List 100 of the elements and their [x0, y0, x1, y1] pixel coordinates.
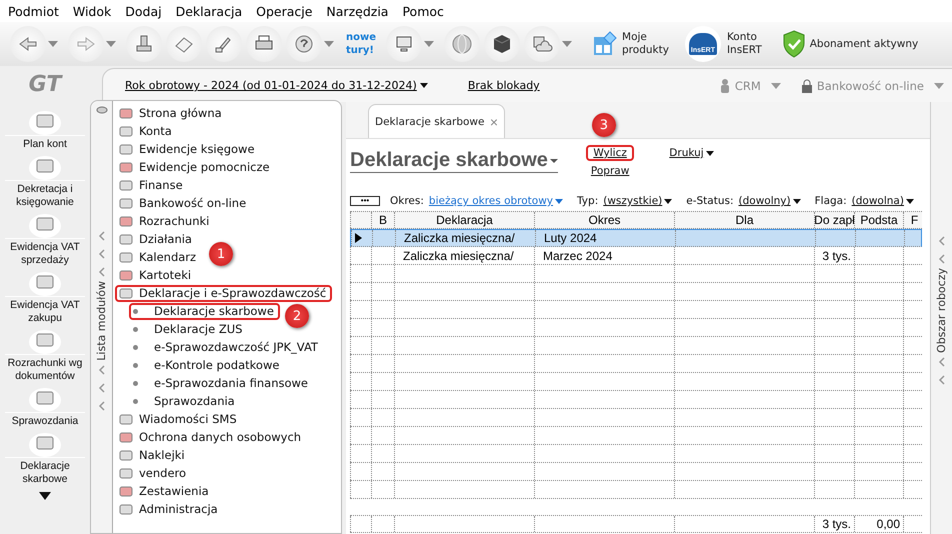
module-icon: [119, 412, 133, 426]
module-list-item[interactable]: Deklaracje i e-Sprawozdawczość: [115, 284, 332, 302]
account-label[interactable]: Konto InsERT: [726, 31, 762, 57]
menu-item[interactable]: Deklaracja: [176, 4, 242, 18]
nav-item[interactable]: Ewidencja VAT sprzedaży: [2, 212, 88, 267]
pin-icon[interactable]: [96, 105, 108, 115]
action-link[interactable]: Wylicz: [586, 145, 634, 161]
module-list-item[interactable]: Kalendarz: [115, 248, 202, 266]
filter-dropdown[interactable]: (dowolna): [852, 195, 914, 207]
module-list-item[interactable]: Konta: [115, 122, 178, 140]
menu-item[interactable]: Dodaj: [125, 4, 162, 18]
module-icon: [119, 430, 133, 444]
document-tab[interactable]: Deklaracje skarbowe ×: [368, 104, 505, 138]
module-list-item[interactable]: Ochrona danych osobowych: [115, 428, 308, 446]
module-list-item[interactable]: Administracja: [115, 500, 224, 518]
filter-label: Okres:: [390, 195, 424, 207]
module-list-item[interactable]: Działania: [115, 230, 198, 248]
bullet-icon: [133, 308, 138, 314]
nav-item[interactable]: Dekretacja i księgowanie: [2, 154, 88, 209]
module-list-item[interactable]: Strona główna: [115, 104, 228, 122]
fiscal-year-link[interactable]: Rok obrotowy - 2024 (od 01-01-2024 do 31-12-2024): [125, 79, 428, 92]
nav-item[interactable]: Rozrachunki wg dokumentów: [2, 328, 88, 383]
chevron-left-icon: [98, 400, 106, 411]
total-cell: 3 tys.: [814, 516, 854, 532]
menu-item[interactable]: Widok: [72, 4, 112, 18]
caret-icon: [792, 198, 801, 204]
filter-dropdown[interactable]: (dowolny): [738, 195, 801, 207]
module-icon: [119, 502, 133, 516]
caret-icon: [562, 41, 572, 47]
table-row[interactable]: Zaliczka miesięczna/ Marzec 2024 3 tys.: [350, 247, 922, 265]
module-list-item[interactable]: e-Kontrole podatkowe: [129, 356, 286, 374]
lock-icon: [800, 78, 813, 92]
scroll-down-icon[interactable]: [39, 492, 51, 500]
module-icon: [119, 250, 133, 264]
table-cell: Luty 2024: [535, 230, 675, 246]
menu-item[interactable]: Podmiot: [8, 4, 59, 18]
module-list-item[interactable]: e-Sprawozdawczość JPK_VAT: [129, 338, 324, 356]
more-button[interactable]: •••: [350, 196, 380, 206]
workspace-label: Obszar roboczy: [935, 268, 948, 353]
menu-item[interactable]: Narzędzia: [326, 4, 388, 18]
products-label[interactable]: Moje produkty: [622, 31, 669, 57]
module-list-item[interactable]: Deklaracje skarbowe: [129, 302, 280, 320]
module-list-item[interactable]: Rozrachunki: [115, 212, 216, 230]
column-header[interactable]: Dla: [674, 212, 814, 228]
promo-text[interactable]: nowe tury!: [346, 31, 376, 57]
lock-status-link[interactable]: Brak blokady: [468, 79, 540, 92]
step-badge: 2: [285, 304, 309, 328]
table-cell: Zaliczka miesięczna/: [394, 247, 534, 264]
action-link[interactable]: Drukuj: [662, 145, 721, 161]
column-header[interactable]: F: [903, 212, 925, 228]
table-row[interactable]: Zaliczka miesięczna/ Luty 2024: [350, 229, 922, 247]
column-header[interactable]: Okres: [534, 212, 674, 228]
caret-icon: [420, 83, 428, 88]
caret-icon: [48, 41, 58, 47]
subscription-label[interactable]: Abonament aktywny: [810, 38, 918, 50]
module-list-item[interactable]: Zestawienia: [115, 482, 215, 500]
bullet-icon: [133, 398, 138, 404]
chevron-left-icon: [938, 356, 946, 367]
module-list-item[interactable]: Ewidencje pomocnicze: [115, 158, 276, 176]
column-header[interactable]: Podsta: [854, 212, 903, 228]
menu-item[interactable]: Operacje: [256, 4, 312, 18]
products-icon[interactable]: [592, 31, 618, 57]
caret-icon: [550, 158, 558, 162]
filter-label: Typ:: [577, 195, 598, 207]
column-header[interactable]: Do zapł: [814, 212, 854, 228]
close-tab-button[interactable]: ×: [490, 114, 498, 130]
module-icon: [28, 328, 62, 354]
module-list-item[interactable]: Bankowość on-line: [115, 194, 252, 212]
filter-dropdown[interactable]: bieżący okres obrotowy: [428, 195, 564, 207]
module-list-item[interactable]: Sprawozdania: [129, 392, 241, 410]
module-list-item[interactable]: Naklejki: [115, 446, 191, 464]
filter-label: e-Status:: [686, 195, 734, 207]
module-icon: [28, 154, 62, 180]
nav-item[interactable]: Deklaracje skarbowe: [2, 431, 88, 486]
module-icon: [119, 124, 133, 138]
column-header[interactable]: B: [371, 212, 394, 228]
module-icon: [119, 196, 133, 210]
nav-item[interactable]: Sprawozdania: [2, 386, 88, 428]
module-icon: [28, 109, 62, 135]
module-list-item[interactable]: Finanse: [115, 176, 189, 194]
page-title[interactable]: Deklaracje skarbowe: [350, 149, 558, 173]
nav-item[interactable]: Ewidencja VAT zakupu: [2, 270, 88, 325]
menu-item[interactable]: Pomoc: [402, 4, 444, 18]
bullet-icon: [133, 326, 138, 332]
module-list-item[interactable]: Deklaracje ZUS: [129, 320, 248, 338]
bullet-icon: [133, 344, 138, 350]
module-list-item[interactable]: Ewidencje księgowe: [115, 140, 261, 158]
module-list-item[interactable]: e-Sprawozdania finansowe: [129, 374, 314, 392]
module-icon: [119, 232, 133, 246]
module-list-item[interactable]: Wiadomości SMS: [115, 410, 243, 428]
module-icon: [119, 268, 133, 282]
nav-item[interactable]: Plan kont: [2, 109, 88, 151]
module-list-item[interactable]: Kartoteki: [115, 266, 198, 284]
action-link[interactable]: Popraw: [584, 163, 636, 179]
module-list-item[interactable]: vendero: [115, 464, 192, 482]
column-header[interactable]: Deklaracja: [394, 212, 534, 228]
module-icon: [119, 466, 133, 480]
module-icon: [28, 431, 62, 457]
app-logo: GT: [28, 71, 62, 99]
filter-dropdown[interactable]: (wszystkie): [603, 195, 672, 207]
